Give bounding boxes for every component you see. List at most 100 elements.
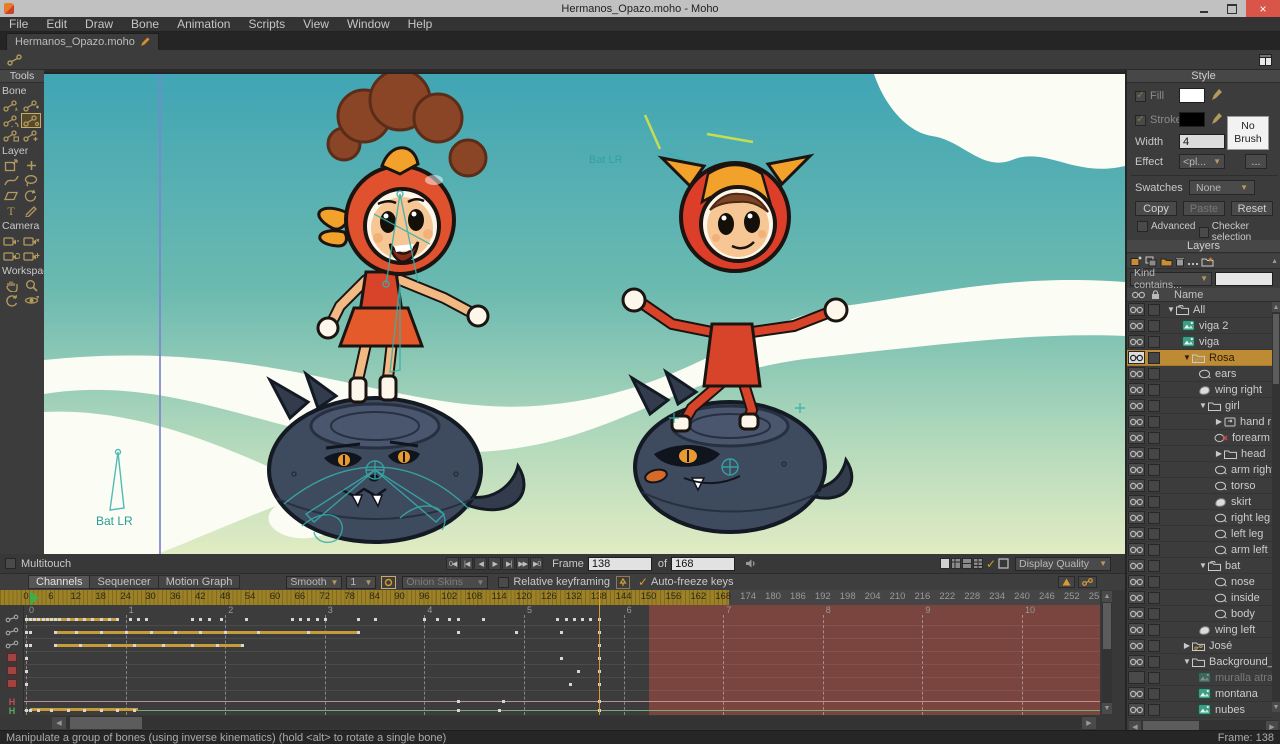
layer-row-inside[interactable]: inside (1127, 590, 1272, 606)
prev-keyframe-button[interactable]: |◀ (460, 557, 473, 570)
layer-visibility-toggle[interactable] (1128, 399, 1145, 412)
layer-row-bat[interactable]: ▼bat (1127, 558, 1272, 574)
layer-visibility-toggle[interactable] (1128, 383, 1145, 396)
keyframe[interactable] (25, 644, 28, 647)
timeline-view-icons[interactable] (940, 558, 984, 569)
keyframe[interactable] (91, 618, 94, 621)
layer-visibility-toggle[interactable] (1128, 511, 1145, 524)
layer-row-wing-right[interactable]: wing right (1127, 382, 1272, 398)
keyframe[interactable] (25, 657, 28, 660)
keyframe[interactable] (307, 618, 310, 621)
current-frame-marker[interactable] (599, 590, 600, 715)
advanced-checkbox[interactable] (1137, 221, 1148, 232)
keyframe[interactable] (257, 631, 260, 634)
keyframe[interactable] (502, 700, 505, 703)
shear-layer-tool[interactable] (1, 188, 21, 203)
keyframe[interactable] (515, 631, 518, 634)
layer-checkbox[interactable] (1148, 368, 1160, 380)
layer-checkbox[interactable] (1148, 624, 1160, 636)
add-bone-tool[interactable] (21, 128, 41, 143)
layer-row-jos-[interactable]: ▶José (1127, 638, 1272, 654)
keyframe[interactable] (299, 618, 302, 621)
reference-layer-icon[interactable] (1201, 256, 1214, 267)
layer-visibility-toggle[interactable] (1128, 559, 1145, 572)
freehand-tool[interactable] (21, 203, 41, 218)
layer-expand-right-icon[interactable]: ▶ (1182, 641, 1192, 650)
keyframe[interactable] (150, 631, 153, 634)
keyframe[interactable] (423, 618, 426, 621)
layer-visibility-toggle[interactable] (1128, 671, 1145, 684)
layer-visibility-toggle[interactable] (1128, 639, 1145, 652)
keyframe[interactable] (25, 683, 28, 686)
keyframe[interactable] (25, 670, 28, 673)
keyframe[interactable] (224, 631, 227, 634)
new-layer-icon[interactable] (1130, 256, 1143, 267)
window-layout-icon[interactable] (1259, 54, 1272, 66)
transform-layer-tool[interactable] (1, 158, 21, 173)
keyframe[interactable] (560, 631, 563, 634)
timeline-horizontal-scrollbar[interactable]: ◀ ▶ (52, 716, 1096, 729)
layer-checkbox[interactable] (1148, 576, 1160, 588)
timeline-channels-area[interactable]: HH 012345678910 (0, 605, 1100, 715)
layer-checkbox[interactable] (1148, 592, 1160, 604)
layer-row-viga-2[interactable]: viga 2 (1127, 318, 1272, 334)
orbit-workspace-tool[interactable] (21, 293, 41, 308)
layer-visibility-toggle[interactable] (1128, 687, 1145, 700)
keyframe[interactable] (324, 618, 327, 621)
keyframe[interactable] (137, 618, 140, 621)
keyframe[interactable] (83, 618, 86, 621)
timeline-tab-sequencer[interactable]: Sequencer (89, 575, 157, 589)
reset-style-button[interactable]: Reset (1231, 201, 1273, 216)
zoom-camera-tool[interactable] (21, 233, 41, 248)
keyframe-selection-span[interactable] (55, 644, 242, 647)
keyframe[interactable] (191, 644, 194, 647)
keyframe[interactable] (482, 618, 485, 621)
step-dropdown[interactable]: 1▼ (346, 576, 376, 589)
stroke-eyedropper-icon[interactable] (1211, 112, 1223, 125)
keyframe[interactable] (569, 683, 572, 686)
layer-row-viga[interactable]: viga (1127, 334, 1272, 350)
next-keyframe-button[interactable]: ▶▶ (516, 557, 529, 570)
layer-filter-input[interactable] (1215, 272, 1273, 286)
more-options-icon[interactable] (1187, 256, 1199, 267)
keyframe[interactable] (75, 618, 78, 621)
menu-help[interactable]: Help (399, 17, 442, 31)
keyframe-bone-badge-icon[interactable] (1078, 576, 1097, 588)
relative-keyframing-checkbox[interactable] (498, 577, 509, 588)
layer-row-montana[interactable]: montana (1127, 686, 1272, 702)
layer-row-hand-right[interactable]: ▶hand right (1127, 414, 1272, 430)
layer-expand-right-icon[interactable]: ▶ (1214, 449, 1224, 458)
add-point-tool[interactable] (21, 158, 41, 173)
lasso-tool[interactable] (21, 173, 41, 188)
keyframe[interactable] (100, 631, 103, 634)
layer-checkbox[interactable] (1148, 480, 1160, 492)
keyframe[interactable] (129, 618, 132, 621)
layer-checkbox[interactable] (1148, 320, 1160, 332)
rotate-layer-tool[interactable] (21, 188, 41, 203)
layer-checkbox[interactable] (1148, 656, 1160, 668)
duplicate-layer-icon[interactable] (1145, 256, 1158, 267)
keyframe[interactable] (145, 618, 148, 621)
keyframe[interactable] (199, 631, 202, 634)
keyframe[interactable] (560, 657, 563, 660)
checker-selection-checkbox[interactable] (1199, 227, 1209, 238)
add-curve-tool[interactable] (1, 173, 21, 188)
layer-checkbox[interactable] (1148, 608, 1160, 620)
stroke-color-swatch[interactable] (1179, 112, 1205, 127)
keyframe[interactable] (29, 631, 32, 634)
layer-row-left-leg[interactable]: left leg (1127, 526, 1272, 542)
keyframe[interactable] (29, 618, 32, 621)
keyframe[interactable] (216, 644, 219, 647)
keyframe[interactable] (133, 644, 136, 647)
layer-checkbox[interactable] (1148, 528, 1160, 540)
workspace-canvas[interactable]: Bat LR Bat LR (44, 72, 1125, 554)
prev-frame-button[interactable]: ◀ (474, 557, 487, 570)
paste-style-button[interactable]: Paste (1183, 201, 1225, 216)
keyframe[interactable] (125, 631, 128, 634)
keyframe[interactable] (573, 618, 576, 621)
layer-checkbox[interactable] (1148, 432, 1160, 444)
keyframe[interactable] (374, 618, 377, 621)
swatches-dropdown[interactable]: None▼ (1189, 180, 1255, 195)
menu-draw[interactable]: Draw (76, 17, 122, 31)
bone-channel-icon[interactable] (3, 613, 21, 624)
